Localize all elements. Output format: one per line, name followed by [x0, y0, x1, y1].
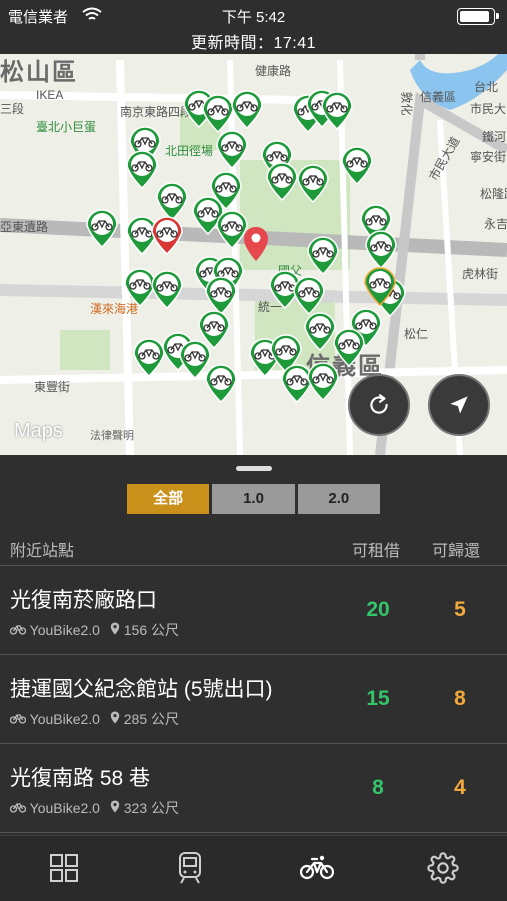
station-pin-icon[interactable]	[266, 162, 298, 202]
bike-icon	[9, 714, 27, 724]
station-name: 捷運國父紀念館站 (5號出口)	[10, 678, 273, 701]
location-pin-icon	[110, 800, 120, 813]
list-item[interactable]: 光復南路 58 巷 YouBike2.0 323 公尺 8 4	[0, 744, 507, 833]
rent-count: 15	[366, 687, 390, 710]
station-pin-icon[interactable]	[307, 362, 339, 402]
list-item[interactable]: 捷運國父紀念館站 (5號出口) YouBike2.0 285 公尺 15 8	[0, 655, 507, 744]
station-pin-icon[interactable]	[126, 150, 158, 190]
station-pin-icon[interactable]	[124, 268, 156, 308]
station-pin-icon[interactable]	[216, 130, 248, 170]
locate-me-button[interactable]	[428, 374, 490, 436]
list-item[interactable]: 光復南菸廠路口 YouBike2.0 156 公尺 20 5	[0, 566, 507, 655]
station-sheet: 全部 1.0 2.0 附近站點 可租借 可歸還 光復南菸廠路口 YouBike2…	[0, 455, 507, 835]
station-type: YouBike2.0	[29, 622, 100, 638]
rent-count: 20	[366, 598, 390, 621]
segment-all[interactable]: 全部	[127, 484, 210, 514]
location-pin-icon	[110, 622, 120, 635]
status-bar: 電信業者 下午 5:42 更新時間：17:41	[0, 0, 507, 54]
maps-attribution: Maps	[14, 420, 63, 442]
tab-bar	[0, 835, 507, 901]
version-filter-segmented-control[interactable]: 全部 1.0 2.0	[127, 484, 380, 514]
station-distance: 323 公尺	[123, 800, 179, 816]
bike-icon	[9, 625, 27, 635]
legal-link[interactable]: 法律聲明	[90, 427, 134, 443]
bike-icon	[9, 803, 27, 813]
station-meta: YouBike2.0 323 公尺	[9, 798, 179, 818]
gear-icon	[427, 852, 459, 884]
tab-settings[interactable]	[423, 850, 463, 886]
station-pin-icon[interactable]	[321, 91, 353, 131]
train-icon	[179, 852, 201, 884]
refresh-button[interactable]	[348, 374, 410, 436]
current-location-pin-icon	[244, 227, 268, 261]
station-pin-empty-icon[interactable]	[151, 216, 183, 256]
station-pin-icon[interactable]	[205, 276, 237, 316]
header-station: 附近站點	[10, 543, 75, 560]
station-distance: 285 公尺	[123, 711, 179, 727]
station-type: YouBike2.0	[29, 711, 100, 727]
station-pin-icon[interactable]	[156, 182, 188, 222]
return-count: 4	[454, 776, 466, 799]
bicycle-icon	[300, 855, 334, 880]
update-time-label: 更新時間：17:41	[190, 35, 317, 52]
tab-bike[interactable]	[297, 850, 337, 886]
grid-icon	[50, 854, 78, 882]
station-pin-icon[interactable]	[297, 164, 329, 204]
station-pin-icon[interactable]	[133, 338, 165, 378]
sheet-drag-handle[interactable]	[236, 466, 272, 471]
station-pin-icon[interactable]	[341, 146, 373, 186]
list-header: 附近站點 可租借 可歸還	[0, 525, 507, 566]
station-pin-icon[interactable]	[151, 270, 183, 310]
station-name: 光復南路 58 巷	[10, 767, 151, 790]
header-return: 可歸還	[432, 543, 481, 560]
station-distance: 156 公尺	[123, 622, 179, 638]
return-count: 5	[454, 598, 466, 621]
tab-dashboard[interactable]	[44, 850, 84, 886]
station-pin-icon[interactable]	[333, 328, 365, 368]
station-pin-icon[interactable]	[198, 310, 230, 350]
station-pin-icon[interactable]	[281, 364, 313, 404]
station-meta: YouBike2.0 156 公尺	[9, 620, 179, 640]
station-pin-icon[interactable]	[293, 276, 325, 316]
rent-count: 8	[372, 776, 384, 799]
station-pin-icon[interactable]	[307, 236, 339, 276]
segment-2-0[interactable]: 2.0	[297, 484, 380, 514]
station-pin-icon[interactable]	[304, 312, 336, 352]
return-count: 8	[454, 687, 466, 710]
segment-1-0[interactable]: 1.0	[212, 484, 295, 514]
tab-metro[interactable]	[170, 850, 210, 886]
location-pin-icon	[110, 711, 120, 724]
station-pin-icon[interactable]	[365, 230, 397, 270]
station-meta: YouBike2.0 285 公尺	[9, 709, 179, 729]
station-name: 光復南菸廠路口	[10, 589, 157, 612]
station-pin-icon[interactable]	[205, 364, 237, 404]
header-rent: 可租借	[352, 543, 401, 560]
station-pin-icon[interactable]	[202, 94, 234, 134]
battery-icon	[457, 8, 499, 25]
station-pin-icon[interactable]	[86, 209, 118, 249]
location-arrow-icon	[450, 396, 468, 414]
map-view[interactable]: 松山區 信義區 IKEA 臺北小巨蛋 北田徑場 亞東遺路 漢來海港 統一 東豐街…	[0, 0, 507, 455]
clock: 下午 5:42	[221, 9, 286, 26]
station-pin-icon[interactable]	[179, 340, 211, 380]
station-pin-icon[interactable]	[231, 90, 263, 130]
refresh-icon	[370, 394, 388, 414]
station-type: YouBike2.0	[29, 800, 100, 816]
